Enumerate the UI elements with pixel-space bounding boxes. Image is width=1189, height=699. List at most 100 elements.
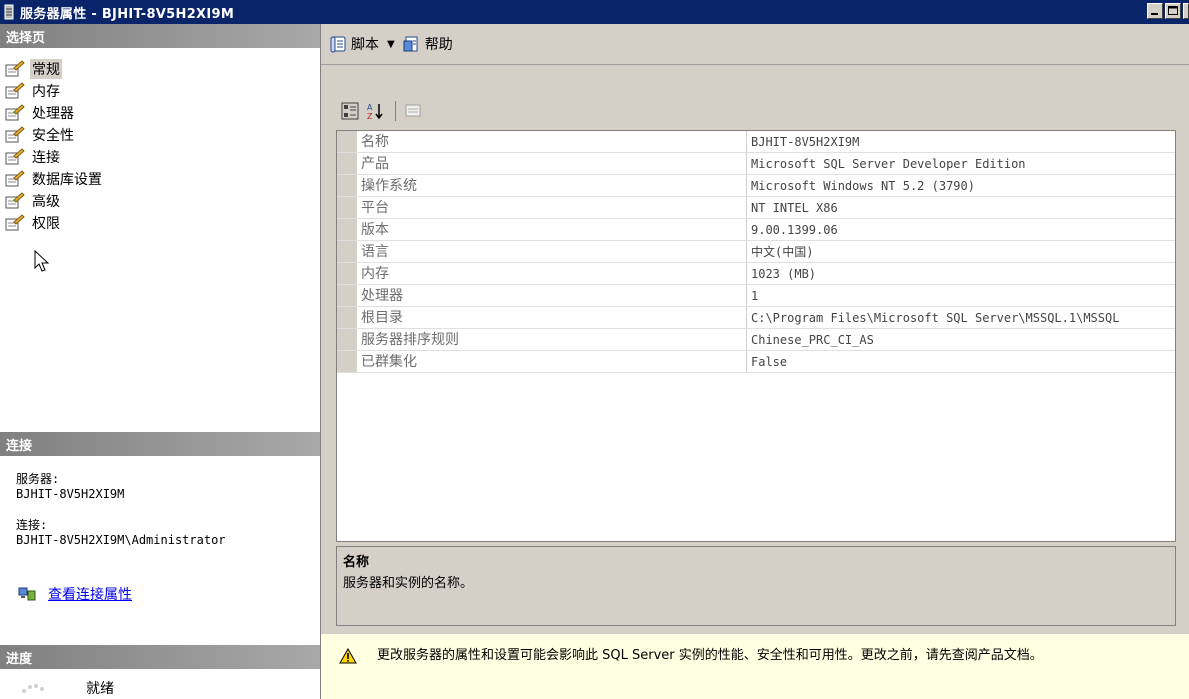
- sort-az-icon: A Z: [367, 103, 383, 120]
- connection-header: 连接: [0, 432, 320, 456]
- property-row[interactable]: 服务器排序规则 Chinese_PRC_CI_AS: [337, 329, 1175, 351]
- description-panel: 名称 服务器和实例的名称。: [336, 546, 1176, 626]
- page-icon: [5, 192, 25, 209]
- left-panel: 选择页 常规 内存 处理器 安全性 连接 数据库设置 高级 权限 连接 服务器:…: [0, 24, 321, 699]
- page-item-advanced[interactable]: 高级: [4, 190, 104, 212]
- page-icon: [5, 170, 25, 187]
- property-pages-button[interactable]: [402, 100, 424, 122]
- property-row[interactable]: 名称 BJHIT-8V5H2XI9M: [337, 131, 1175, 153]
- window-app-icon: [4, 4, 14, 20]
- description-title: 名称: [343, 555, 370, 570]
- property-row[interactable]: 操作系统 Microsoft Windows NT 5.2 (3790): [337, 175, 1175, 197]
- property-value[interactable]: 1023 (MB): [747, 263, 1175, 284]
- warning-icon: [339, 648, 357, 664]
- property-value[interactable]: 中文(中国): [747, 241, 1175, 262]
- description-text: 服务器和实例的名称。: [343, 576, 474, 591]
- property-name: 服务器排序规则: [357, 329, 747, 350]
- page-item-label: 安全性: [32, 128, 74, 144]
- page-icon: [5, 60, 25, 77]
- property-value[interactable]: 1: [747, 285, 1175, 306]
- page-item-permissions[interactable]: 权限: [4, 212, 104, 234]
- page-item-database-settings[interactable]: 数据库设置: [4, 168, 104, 190]
- property-row[interactable]: 产品 Microsoft SQL Server Developer Edition: [337, 153, 1175, 175]
- toolbar: 脚本 ▼ 帮助: [321, 24, 1189, 65]
- row-gutter: [337, 197, 357, 218]
- property-row[interactable]: 内存 1023 (MB): [337, 263, 1175, 285]
- property-value[interactable]: BJHIT-8V5H2XI9M: [747, 131, 1175, 152]
- connection-value: BJHIT-8V5H2XI9M\Administrator: [16, 533, 226, 547]
- script-dropdown-icon[interactable]: ▼: [387, 39, 395, 50]
- alphabetical-sort-button[interactable]: A Z: [364, 100, 386, 122]
- row-gutter: [337, 329, 357, 350]
- connection-label: 连接:: [16, 518, 48, 532]
- select-page-header: 选择页: [0, 24, 320, 48]
- warning-text: 更改服务器的属性和设置可能会影响此 SQL Server 实例的性能、安全性和可…: [377, 648, 1043, 663]
- right-panel: 脚本 ▼ 帮助 A Z 名称 BJHIT-8V5H2XI9M 产品 Micros…: [321, 24, 1189, 699]
- page-icon: [5, 104, 25, 121]
- page-item-memory[interactable]: 内存: [4, 80, 104, 102]
- property-name: 内存: [357, 263, 747, 284]
- maximize-button[interactable]: [1165, 3, 1181, 19]
- row-gutter: [337, 175, 357, 196]
- property-name: 产品: [357, 153, 747, 174]
- property-row[interactable]: 语言 中文(中国): [337, 241, 1175, 263]
- window-title: 服务器属性 - BJHIT-8V5H2XI9M: [20, 6, 235, 22]
- property-name: 操作系统: [357, 175, 747, 196]
- page-item-label: 内存: [32, 84, 60, 100]
- row-gutter: [337, 263, 357, 284]
- property-value[interactable]: NT INTEL X86: [747, 197, 1175, 218]
- property-grid[interactable]: 名称 BJHIT-8V5H2XI9M 产品 Microsoft SQL Server …: [336, 130, 1176, 542]
- property-grid-toolbar: A Z: [339, 100, 427, 122]
- property-value[interactable]: C:\Program Files\Microsoft SQL Server\MS…: [747, 307, 1175, 328]
- property-pages-icon: [405, 104, 421, 117]
- property-name: 名称: [357, 131, 747, 152]
- property-row[interactable]: 版本 9.00.1399.06: [337, 219, 1175, 241]
- script-icon: [330, 36, 346, 53]
- page-item-general[interactable]: 常规: [4, 58, 104, 80]
- page-item-connections[interactable]: 连接: [4, 146, 104, 168]
- page-icon: [5, 214, 25, 231]
- page-item-label: 权限: [32, 216, 60, 232]
- title-bar[interactable]: 服务器属性 - BJHIT-8V5H2XI9M: [0, 0, 1189, 24]
- view-connection-properties[interactable]: 查看连接属性: [18, 584, 132, 604]
- progress-header: 进度: [0, 645, 320, 669]
- page-item-processor[interactable]: 处理器: [4, 102, 104, 124]
- minimize-button[interactable]: [1147, 3, 1163, 19]
- property-value[interactable]: 9.00.1399.06: [747, 219, 1175, 240]
- page-list: 常规 内存 处理器 安全性 连接 数据库设置 高级 权限: [4, 58, 104, 234]
- property-name: 平台: [357, 197, 747, 218]
- page-icon: [5, 82, 25, 99]
- help-button[interactable]: 帮助: [403, 34, 453, 54]
- script-button[interactable]: 脚本 ▼: [329, 34, 395, 54]
- svg-text:Z: Z: [367, 112, 373, 120]
- property-value[interactable]: Chinese_PRC_CI_AS: [747, 329, 1175, 350]
- page-icon: [5, 126, 25, 143]
- property-value[interactable]: Microsoft Windows NT 5.2 (3790): [747, 175, 1175, 196]
- categorized-view-button[interactable]: [339, 100, 361, 122]
- property-row[interactable]: 处理器 1: [337, 285, 1175, 307]
- property-value[interactable]: Microsoft SQL Server Developer Edition: [747, 153, 1175, 174]
- help-label: 帮助: [424, 37, 453, 53]
- page-icon: [5, 148, 25, 165]
- mouse-cursor-icon: [34, 250, 50, 272]
- property-row[interactable]: 平台 NT INTEL X86: [337, 197, 1175, 219]
- row-gutter: [337, 307, 357, 328]
- property-value[interactable]: False: [747, 351, 1175, 372]
- page-item-label: 连接: [32, 150, 60, 166]
- window-controls: [1147, 3, 1189, 19]
- minimize-icon: [1151, 13, 1158, 15]
- help-icon: [403, 36, 418, 52]
- view-connection-properties-link[interactable]: 查看连接属性: [48, 584, 132, 604]
- row-gutter: [337, 219, 357, 240]
- property-row[interactable]: 已群集化 False: [337, 351, 1175, 373]
- maximize-icon: [1168, 6, 1178, 15]
- close-button[interactable]: [1183, 3, 1189, 19]
- progress-status: 就绪: [18, 678, 114, 698]
- property-name: 版本: [357, 219, 747, 240]
- page-item-security[interactable]: 安全性: [4, 124, 104, 146]
- row-gutter: [337, 153, 357, 174]
- property-name: 已群集化: [357, 351, 747, 372]
- progress-spinner-icon: [22, 684, 44, 693]
- property-name: 语言: [357, 241, 747, 262]
- property-row[interactable]: 根目录 C:\Program Files\Microsoft SQL Server…: [337, 307, 1175, 329]
